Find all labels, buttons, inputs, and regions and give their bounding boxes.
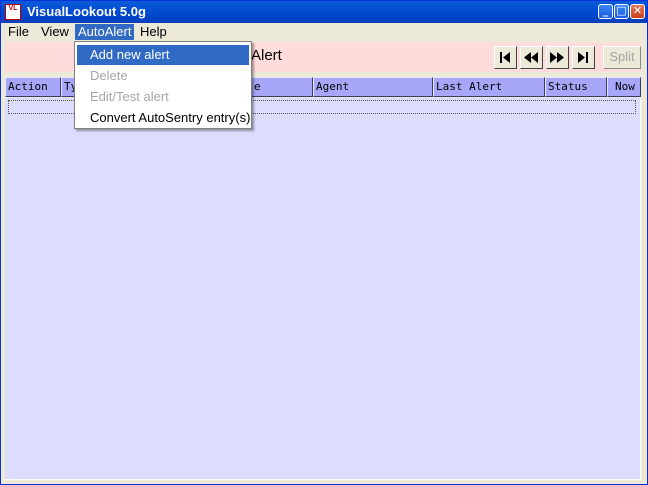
menu-bar: File View AutoAlert Help bbox=[1, 23, 647, 41]
column-header-now[interactable]: Now bbox=[607, 77, 641, 97]
menu-view[interactable]: View bbox=[38, 24, 72, 40]
autoalert-dropdown-menu: Add new alert Delete Edit/Test alert Con… bbox=[74, 41, 252, 129]
alerts-table-body[interactable] bbox=[5, 98, 641, 480]
menu-item-convert-autosentry[interactable]: Convert AutoSentry entry(s) bbox=[77, 108, 250, 128]
menu-item-add-new-alert[interactable]: Add new alert bbox=[77, 45, 249, 65]
last-icon bbox=[578, 52, 588, 63]
app-icon[interactable]: VL bbox=[5, 4, 21, 20]
title-bar[interactable]: VL VisualLookout 5.0g _ □ ✕ bbox=[1, 1, 647, 23]
menu-file[interactable]: File bbox=[5, 24, 32, 40]
next-icon bbox=[550, 52, 564, 63]
first-record-button[interactable] bbox=[494, 46, 517, 69]
maximize-button[interactable]: □ bbox=[614, 4, 629, 19]
minimize-button[interactable]: _ bbox=[598, 4, 613, 19]
split-button[interactable]: Split bbox=[603, 46, 641, 69]
previous-icon bbox=[524, 52, 538, 63]
next-record-button[interactable] bbox=[546, 46, 569, 69]
column-header-agent[interactable]: Agent bbox=[313, 77, 433, 97]
menu-item-delete[interactable]: Delete bbox=[77, 66, 249, 86]
header-title: Alert bbox=[251, 47, 282, 64]
last-record-button[interactable] bbox=[572, 46, 595, 69]
close-button[interactable]: ✕ bbox=[630, 4, 645, 19]
window-title: VisualLookout 5.0g bbox=[27, 4, 146, 19]
previous-record-button[interactable] bbox=[520, 46, 543, 69]
menu-item-edit-test-alert[interactable]: Edit/Test alert bbox=[77, 87, 249, 107]
menu-help[interactable]: Help bbox=[137, 24, 170, 40]
first-icon bbox=[500, 52, 510, 63]
menu-autoalert[interactable]: AutoAlert bbox=[75, 24, 135, 40]
column-header-action[interactable]: Action bbox=[5, 77, 61, 97]
main-window: VL VisualLookout 5.0g _ □ ✕ File View Au… bbox=[0, 0, 648, 485]
column-header-last-alert[interactable]: Last Alert bbox=[433, 77, 545, 97]
column-header-status[interactable]: Status bbox=[545, 77, 607, 97]
